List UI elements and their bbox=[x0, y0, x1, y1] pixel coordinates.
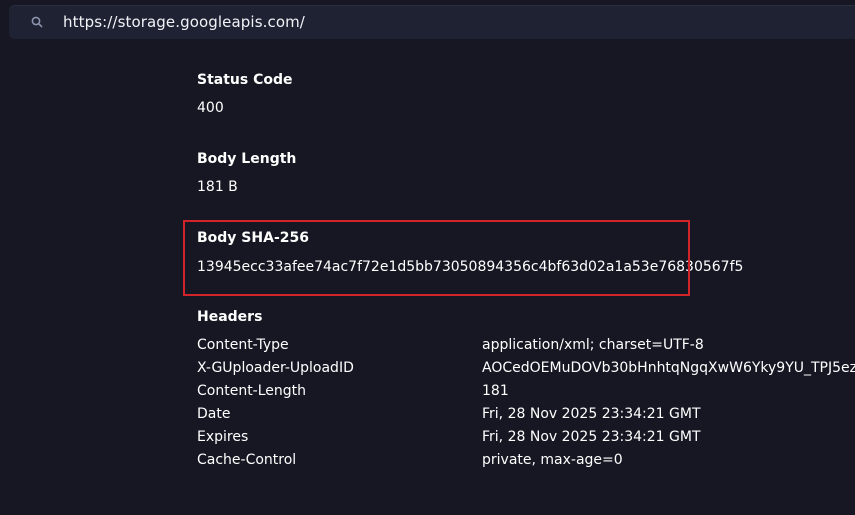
header-row: Expires Fri, 28 Nov 2025 23:34:21 GMT bbox=[197, 429, 855, 452]
header-value: private, max-age=0 bbox=[482, 452, 623, 468]
header-row: Content-Length 181 bbox=[197, 383, 855, 406]
header-row: Content-Type application/xml; charset=UT… bbox=[197, 337, 855, 360]
status-code-value: 400 bbox=[197, 100, 224, 116]
header-value: Fri, 28 Nov 2025 23:34:21 GMT bbox=[482, 429, 701, 445]
status-code-label: Status Code bbox=[197, 72, 293, 88]
sha-highlight-box bbox=[183, 220, 690, 296]
header-key: X-GUploader-UploadID bbox=[197, 360, 354, 376]
body-length-label: Body Length bbox=[197, 151, 297, 167]
header-value: application/xml; charset=UTF-8 bbox=[482, 337, 704, 353]
header-key: Content-Length bbox=[197, 383, 307, 399]
header-value: 181 bbox=[482, 383, 509, 399]
header-row: Date Fri, 28 Nov 2025 23:34:21 GMT bbox=[197, 406, 855, 429]
header-value: Fri, 28 Nov 2025 23:34:21 GMT bbox=[482, 406, 701, 422]
body-length-value: 181 B bbox=[197, 179, 238, 195]
top-bar: https://storage.googleapis.com/ bbox=[0, 0, 855, 48]
header-key: Date bbox=[197, 406, 231, 422]
header-key: Content-Type bbox=[197, 337, 289, 353]
header-row: X-GUploader-UploadID AOCedOEMuDOVb30bHnh… bbox=[197, 360, 855, 383]
search-icon bbox=[31, 16, 43, 28]
address-bar[interactable]: https://storage.googleapis.com/ bbox=[9, 5, 855, 39]
header-key: Cache-Control bbox=[197, 452, 297, 468]
header-row: Cache-Control private, max-age=0 bbox=[197, 452, 855, 475]
header-key: Expires bbox=[197, 429, 249, 445]
header-value: AOCedOEMuDOVb30bHnhtqNgqXwW6Yky9YU_TPJ5e… bbox=[482, 360, 855, 376]
url-text[interactable]: https://storage.googleapis.com/ bbox=[63, 13, 305, 31]
headers-table: Content-Type application/xml; charset=UT… bbox=[197, 337, 855, 477]
headers-label: Headers bbox=[197, 309, 263, 325]
